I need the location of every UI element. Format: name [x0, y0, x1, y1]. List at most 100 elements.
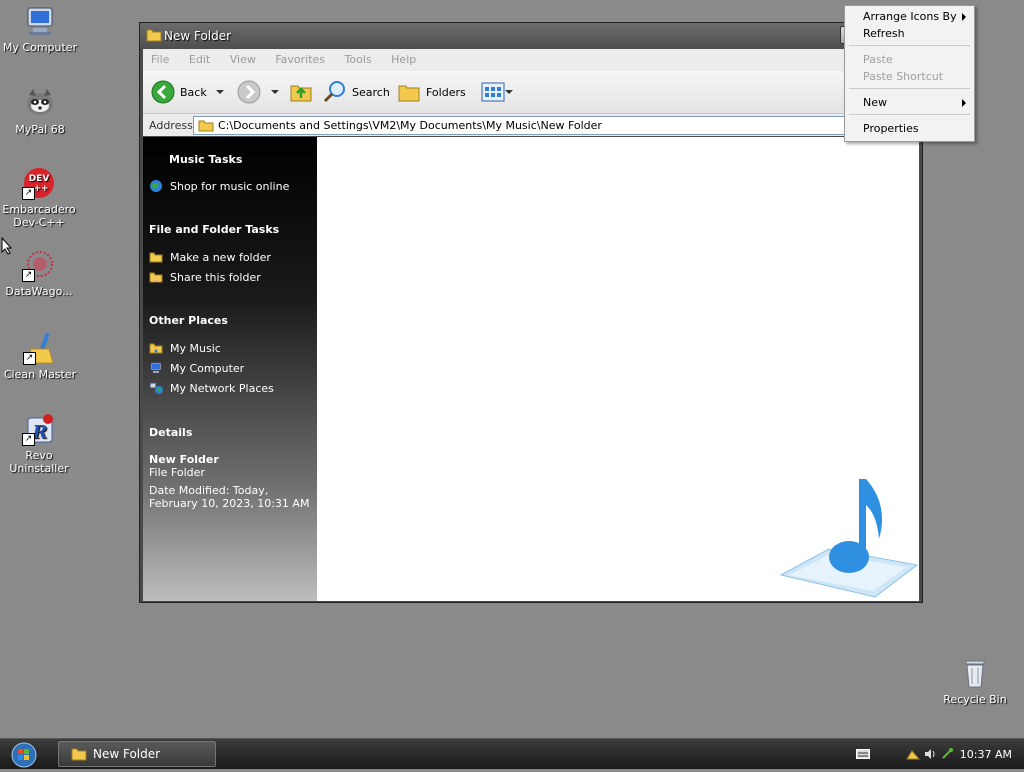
back-label: Back	[180, 85, 207, 99]
task-shop-music-online[interactable]: Shop for music online	[149, 179, 289, 193]
desktop-icon-label-line1: Revo	[25, 449, 53, 462]
globe-icon	[150, 180, 162, 192]
task-label: Make a new folder	[170, 250, 271, 264]
desktop-icon-label-line2: Uninstaller	[9, 462, 69, 475]
music-folder-icon	[149, 343, 163, 354]
views-grid-icon	[481, 82, 505, 102]
chevron-down-icon	[505, 90, 513, 94]
share-folder-icon	[149, 272, 163, 283]
task-label: Share this folder	[170, 270, 261, 284]
computer-icon	[150, 362, 162, 373]
dev-badge-text: DEV	[29, 174, 50, 184]
desktop-icon-mypal[interactable]: MyPal 68	[1, 86, 79, 136]
desktop-icon-my-computer[interactable]: My Computer	[1, 4, 79, 54]
desktop-icon-label: My Computer	[2, 41, 78, 54]
menu-separator	[849, 114, 970, 115]
details-heading: Details	[149, 426, 193, 439]
taskbar-window-button[interactable]: New Folder	[58, 741, 216, 767]
desktop-icon-label: MyPal 68	[15, 123, 65, 136]
window-title: New Folder	[164, 29, 232, 43]
menu-separator	[849, 45, 970, 46]
task-pane: Music Tasks Shop for music online File a…	[143, 137, 317, 601]
task-make-new-folder[interactable]: Make a new folder	[149, 250, 271, 264]
forward-dropdown-button[interactable]	[270, 80, 280, 104]
datawago-icon: ↗	[22, 248, 56, 282]
menu-favorites[interactable]: Favorites	[267, 49, 333, 66]
search-label: Search	[352, 85, 390, 99]
taskbar-window-label: New Folder	[93, 747, 161, 761]
raccoon-icon	[23, 86, 57, 120]
menu-item-paste-shortcut[interactable]: Paste Shortcut	[863, 70, 943, 83]
task-share-folder[interactable]: Share this folder	[149, 270, 261, 284]
network-icon	[149, 382, 163, 394]
folders-icon	[398, 85, 420, 102]
other-places-heading: Other Places	[149, 314, 228, 327]
place-my-network-places[interactable]: My Network Places	[149, 381, 274, 395]
submenu-arrow-icon	[962, 99, 966, 107]
taskbar-clock[interactable]: 10:37 AM	[960, 748, 1012, 761]
volume-tray-icon[interactable]	[923, 747, 937, 761]
desktop-icon-label-line2: Dev-C++	[13, 216, 65, 229]
folder-content-area[interactable]	[317, 137, 919, 601]
place-my-computer[interactable]: My Computer	[149, 361, 244, 375]
safely-remove-tray-icon[interactable]	[940, 747, 954, 761]
back-button[interactable]: Back	[151, 80, 207, 104]
menu-item-properties[interactable]: Properties	[863, 122, 919, 135]
desktop-icon-revo[interactable]: R ↗ Revo Uninstaller	[0, 412, 78, 475]
up-folder-button[interactable]	[289, 80, 313, 104]
network-tray-icon[interactable]	[905, 747, 920, 761]
desktop-icon-clean-master[interactable]: ↗ Clean Master	[1, 331, 79, 381]
task-label: Shop for music online	[170, 179, 290, 193]
folders-button[interactable]: Folders	[397, 80, 466, 104]
menu-tools[interactable]: Tools	[337, 49, 380, 66]
address-bar: Address C:\Documents and Settings\VM2\My…	[143, 114, 919, 136]
folder-icon	[71, 748, 87, 761]
back-dropdown-button[interactable]	[215, 80, 225, 104]
place-label: My Music	[170, 341, 221, 355]
address-input[interactable]: C:\Documents and Settings\VM2\My Documen…	[193, 116, 917, 135]
address-path: C:\Documents and Settings\VM2\My Documen…	[218, 119, 602, 132]
menu-item-arrange-icons[interactable]: Arrange Icons By	[863, 10, 957, 23]
title-bar[interactable]: New Folder	[140, 23, 922, 49]
dev-badge-plus: ++	[33, 184, 48, 194]
desktop-icon-recycle-bin[interactable]: Recycle Bin	[936, 656, 1014, 706]
folder-icon	[198, 120, 214, 132]
menu-edit[interactable]: Edit	[181, 49, 218, 66]
details-type: File Folder	[149, 466, 205, 479]
folder-up-icon	[290, 85, 312, 102]
menu-item-paste[interactable]: Paste	[863, 53, 893, 66]
forward-arrow-icon	[237, 80, 261, 104]
chevron-down-icon	[216, 90, 224, 94]
menu-item-refresh[interactable]: Refresh	[863, 27, 905, 40]
folders-label: Folders	[426, 85, 466, 99]
place-my-music[interactable]: My Music	[149, 341, 221, 355]
system-tray: 10:37 AM	[855, 739, 1024, 769]
menu-help[interactable]: Help	[383, 49, 424, 66]
place-label: My Computer	[170, 361, 245, 375]
search-button[interactable]: Search	[323, 80, 390, 104]
desktop-icon-label: Recycle Bin	[943, 693, 1007, 706]
search-icon	[323, 81, 345, 103]
shortcut-arrow-icon: ↗	[22, 433, 35, 446]
menu-file[interactable]: File	[143, 49, 177, 66]
menu-separator	[849, 88, 970, 89]
desktop-icon-label: DataWago...	[5, 285, 73, 298]
views-button[interactable]	[481, 80, 513, 104]
desktop-icon-label-line1: Embarcadero	[2, 203, 76, 216]
menu-item-new[interactable]: New	[863, 96, 887, 109]
music-tasks-heading: Music Tasks	[169, 153, 243, 166]
chevron-down-icon	[271, 90, 279, 94]
desktop-icon-datawago[interactable]: ↗ DataWago...	[0, 248, 78, 298]
shortcut-arrow-icon: ↗	[22, 187, 35, 200]
my-computer-icon	[23, 4, 57, 38]
forward-button[interactable]	[237, 80, 261, 104]
keyboard-icon[interactable]	[855, 749, 870, 759]
address-label: Address	[149, 119, 193, 132]
new-folder-icon	[149, 252, 163, 263]
back-arrow-icon	[151, 80, 175, 104]
details-modified-line1: Date Modified: Today,	[149, 484, 269, 497]
music-note-watermark-icon	[779, 479, 919, 598]
menu-view[interactable]: View	[222, 49, 264, 66]
desktop-icon-devcpp[interactable]: DEV ++ ↗ Embarcadero Dev-C++	[0, 166, 78, 229]
devcpp-icon: DEV ++ ↗	[22, 166, 56, 200]
